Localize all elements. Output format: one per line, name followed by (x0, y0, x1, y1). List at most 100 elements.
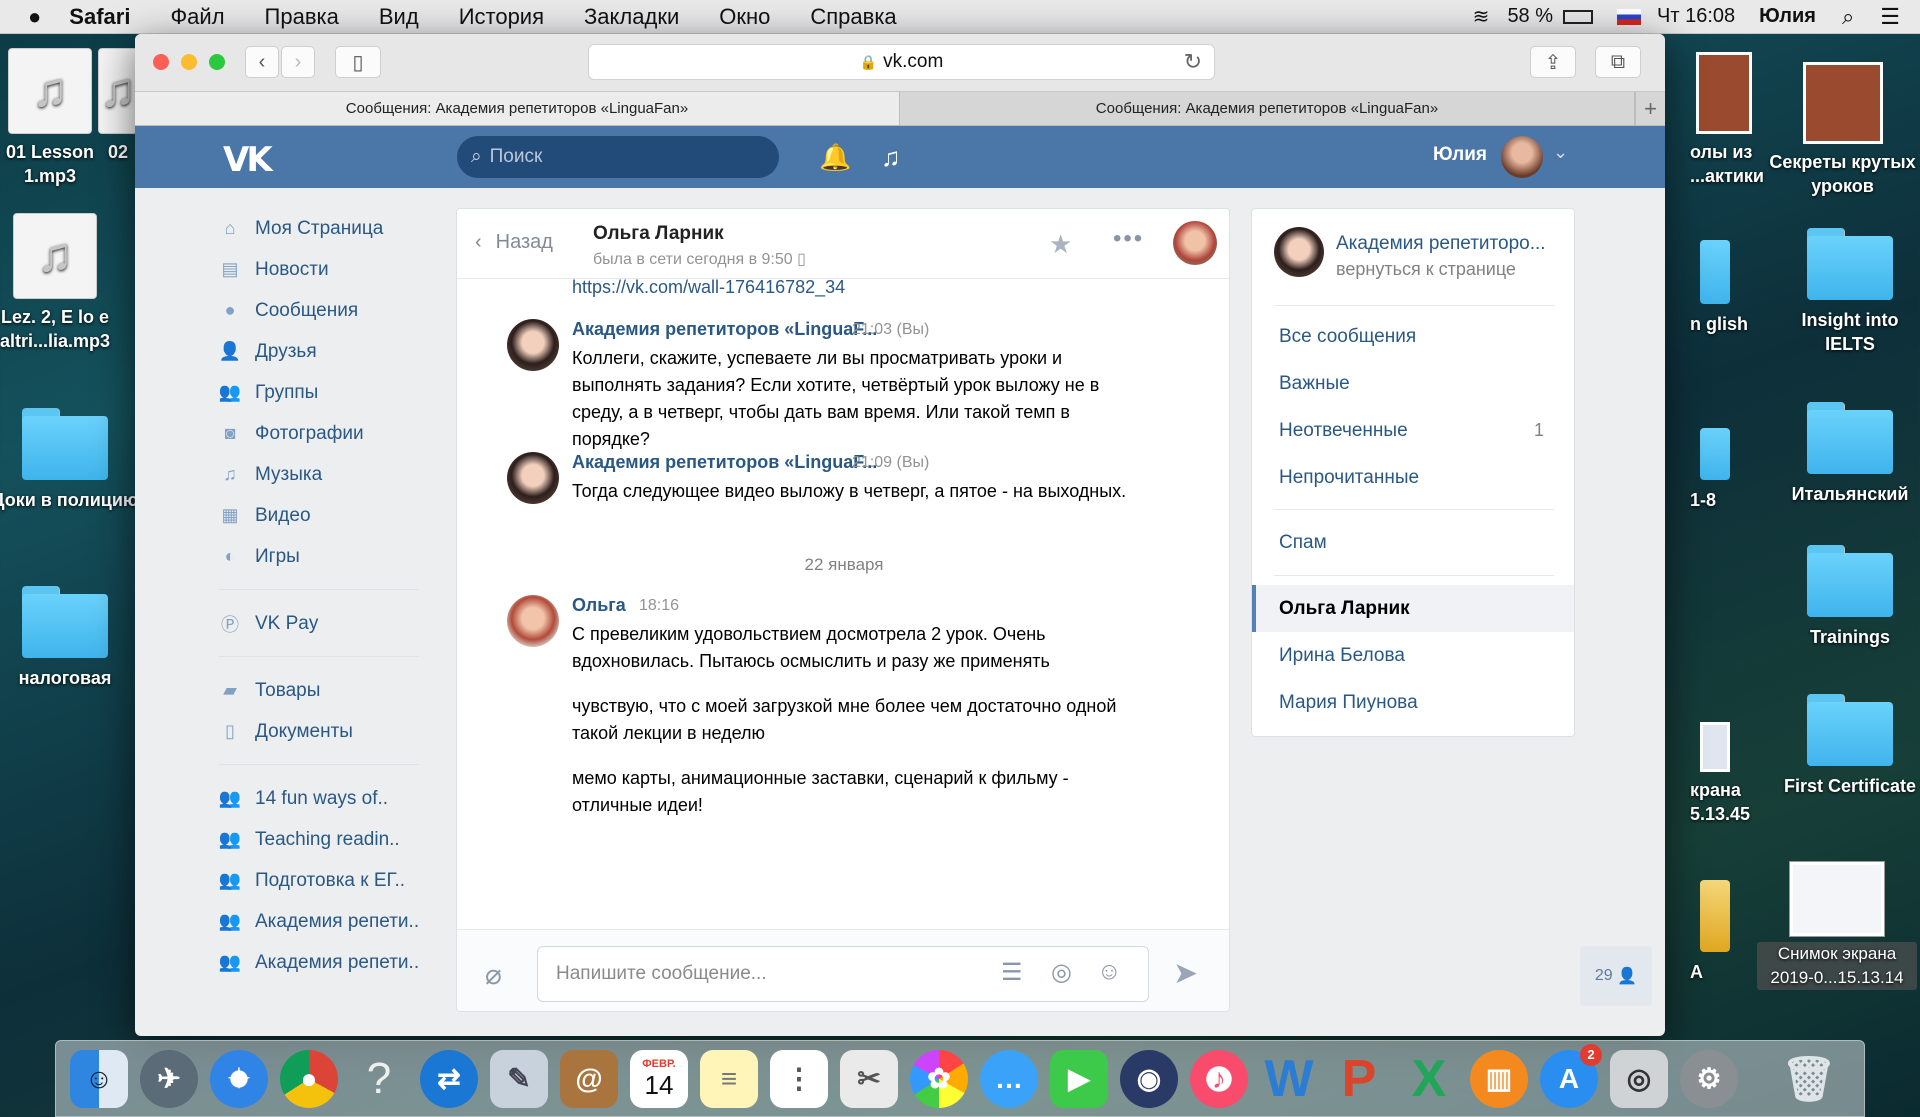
search-input[interactable] (489, 146, 750, 168)
reload-icon[interactable]: ↻ (1184, 49, 1202, 75)
calendar-icon[interactable]: ФЕВР. 14 (630, 1049, 688, 1108)
desktop-folder-english[interactable]: n glish (1690, 232, 1780, 336)
desktop-folder-ielts[interactable]: Insight into IELTS (1775, 228, 1920, 356)
nav-item[interactable]: 👥 Подготовка к ЕГ.. (219, 860, 429, 901)
more-icon[interactable]: ••• (1113, 225, 1144, 253)
notification-center-icon[interactable]: ☰ (1880, 4, 1900, 30)
filter-spam[interactable]: Спам (1252, 519, 1574, 566)
menu-window[interactable]: Окно (719, 4, 770, 30)
teamviewer-icon[interactable]: ⇄ (420, 1049, 478, 1108)
nav-item[interactable]: 👥 Группы (219, 372, 429, 413)
desktop-folder-nalogovaya[interactable]: налоговая (0, 586, 140, 690)
nav-item[interactable]: ◙ Фотографии (219, 413, 429, 454)
tab-messages-1[interactable]: Сообщения: Академия репетиторов «LinguaF… (135, 92, 900, 125)
message-author[interactable]: Академия репетиторов «LinguaF... (572, 319, 877, 340)
chat-contact-name[interactable]: Ольга Ларник (593, 223, 724, 245)
nav-item[interactable]: ▤ Новости (219, 249, 429, 290)
menu-app-safari[interactable]: Safari (69, 4, 130, 30)
menu-help[interactable]: Справка (810, 4, 896, 30)
header-user-avatar[interactable] (1501, 136, 1543, 178)
help-question-icon[interactable]: ? (350, 1050, 408, 1108)
system-preferences-icon[interactable]: ⚙ (1680, 1049, 1738, 1108)
spotlight-search-icon[interactable]: ⌕ (1842, 4, 1854, 30)
itunes-icon[interactable]: ♪ (1190, 1049, 1248, 1108)
desktop-file-sekrety[interactable]: Секреты крутых уроков (1765, 62, 1920, 198)
filter-unanswered[interactable]: Неотвеченные 1 (1252, 407, 1574, 454)
sender-avatar[interactable] (507, 595, 559, 647)
desktop-folder-trainings[interactable]: Trainings (1775, 545, 1920, 649)
battery-percent[interactable]: 58 % (1507, 5, 1553, 28)
message-author[interactable]: Академия репетиторов «LinguaF... (572, 452, 877, 473)
messages-app-icon[interactable]: … (980, 1049, 1038, 1108)
camera-icon[interactable]: ◎ (1051, 958, 1072, 987)
nav-item[interactable]: ▰ Товары (219, 670, 429, 711)
return-to-page-link[interactable]: вернуться к странице (1336, 259, 1516, 280)
menu-view[interactable]: Вид (379, 4, 419, 30)
zoom-window-button[interactable] (209, 54, 225, 70)
filter-unread[interactable]: Непрочитанные (1252, 454, 1574, 501)
music-player-icon[interactable]: ♫ (881, 142, 901, 173)
nav-item[interactable]: ▯ Документы (219, 711, 429, 752)
chrome-icon[interactable]: ● (280, 1049, 338, 1108)
nav-item[interactable]: 👤 Друзья (219, 331, 429, 372)
address-bar[interactable]: 🔒 vk.com ↻ (588, 44, 1215, 80)
filter-all-messages[interactable]: Все сообщения (1252, 313, 1574, 360)
finder-icon[interactable]: ☺ (70, 1049, 128, 1108)
tab-messages-2[interactable]: Сообщения: Академия репетиторов «LinguaF… (900, 92, 1635, 125)
header-user-name[interactable]: Юлия (1433, 144, 1487, 166)
photo-booth-icon[interactable]: ✂ (840, 1049, 898, 1108)
dialog-maria-piunova[interactable]: Мария Пиунова (1252, 679, 1574, 726)
desktop-folder-first-certificate[interactable]: First Certificate (1775, 694, 1920, 798)
notes-icon[interactable]: ≡ (700, 1049, 758, 1108)
app-store-icon[interactable]: A2 (1540, 1043, 1602, 1108)
excel-icon[interactable]: X (1400, 1050, 1458, 1108)
menu-history[interactable]: История (459, 4, 544, 30)
notifications-bell-icon[interactable]: 🔔 (819, 142, 851, 173)
close-window-button[interactable] (153, 54, 169, 70)
dialog-olga-larnik[interactable]: Ольга Ларник (1252, 585, 1574, 632)
message-author[interactable]: Ольга (572, 595, 626, 616)
screenshot-app-icon[interactable]: ◎ (1610, 1049, 1668, 1108)
nav-item[interactable]: 👥 Академия репети.. (219, 942, 429, 983)
nav-item[interactable]: ◐ Игры (219, 536, 429, 577)
contact-avatar[interactable] (1173, 221, 1217, 265)
input-source-flag-icon[interactable] (1617, 8, 1642, 25)
sender-avatar[interactable] (507, 452, 559, 504)
preview-icon[interactable]: ✎ (490, 1049, 548, 1108)
desktop-folder-italian[interactable]: Итальянский (1775, 402, 1920, 506)
vk-search[interactable]: ⌕ (457, 136, 779, 178)
trash-icon[interactable]: 🗑 (1780, 1050, 1838, 1108)
nav-item[interactable]: ● Сообщения (219, 290, 429, 331)
new-tab-button[interactable]: + (1635, 92, 1665, 126)
sender-avatar[interactable] (507, 319, 559, 371)
template-list-icon[interactable]: ☰ (1001, 958, 1023, 987)
nav-item[interactable]: ♫ Музыка (219, 454, 429, 495)
desktop-folder-1-8[interactable]: 1-8 (1690, 420, 1780, 512)
nav-item[interactable]: ▦ Видео (219, 495, 429, 536)
reminders-icon[interactable]: ⋮ (770, 1049, 828, 1108)
menu-edit[interactable]: Правка (265, 4, 339, 30)
menu-bookmarks[interactable]: Закладки (584, 4, 679, 30)
paperclip-icon[interactable]: ⌀ (485, 958, 502, 991)
send-icon[interactable]: ➤ (1173, 956, 1198, 991)
back-nav-icon[interactable]: ‹ (245, 46, 279, 78)
chevron-down-icon[interactable]: ⌄ (1553, 142, 1568, 163)
shared-link[interactable]: https://vk.com/wall-176416782_34 (572, 279, 845, 298)
nav-item[interactable]: ⌂ Моя Страница (219, 208, 429, 249)
apple-menu-icon[interactable]: ● (28, 4, 41, 30)
quicktime-icon[interactable]: ◉ (1120, 1049, 1178, 1108)
online-people-counter[interactable]: 29 👤 (1580, 946, 1652, 1006)
photos-icon[interactable]: ✿ (910, 1049, 968, 1108)
nav-item[interactable]: 👥 14 fun ways of.. (219, 778, 429, 819)
star-icon[interactable]: ★ (1049, 229, 1072, 260)
desktop-screenshot-51345[interactable]: крана 5.13.45 (1690, 722, 1780, 826)
nav-item[interactable]: Ⓟ VK Pay (219, 603, 429, 644)
menu-file[interactable]: Файл (170, 4, 224, 30)
menubar-user[interactable]: Юлия (1759, 5, 1816, 28)
minimize-window-button[interactable] (181, 54, 197, 70)
menubar-clock[interactable]: Чт 16:08 (1657, 5, 1735, 28)
filter-important[interactable]: Важные (1252, 360, 1574, 407)
share-icon[interactable]: ⇪ (1530, 46, 1576, 78)
desktop-folder-doki[interactable]: Доки в полицию (0, 408, 140, 512)
emoji-icon[interactable]: ☺ (1097, 958, 1122, 986)
